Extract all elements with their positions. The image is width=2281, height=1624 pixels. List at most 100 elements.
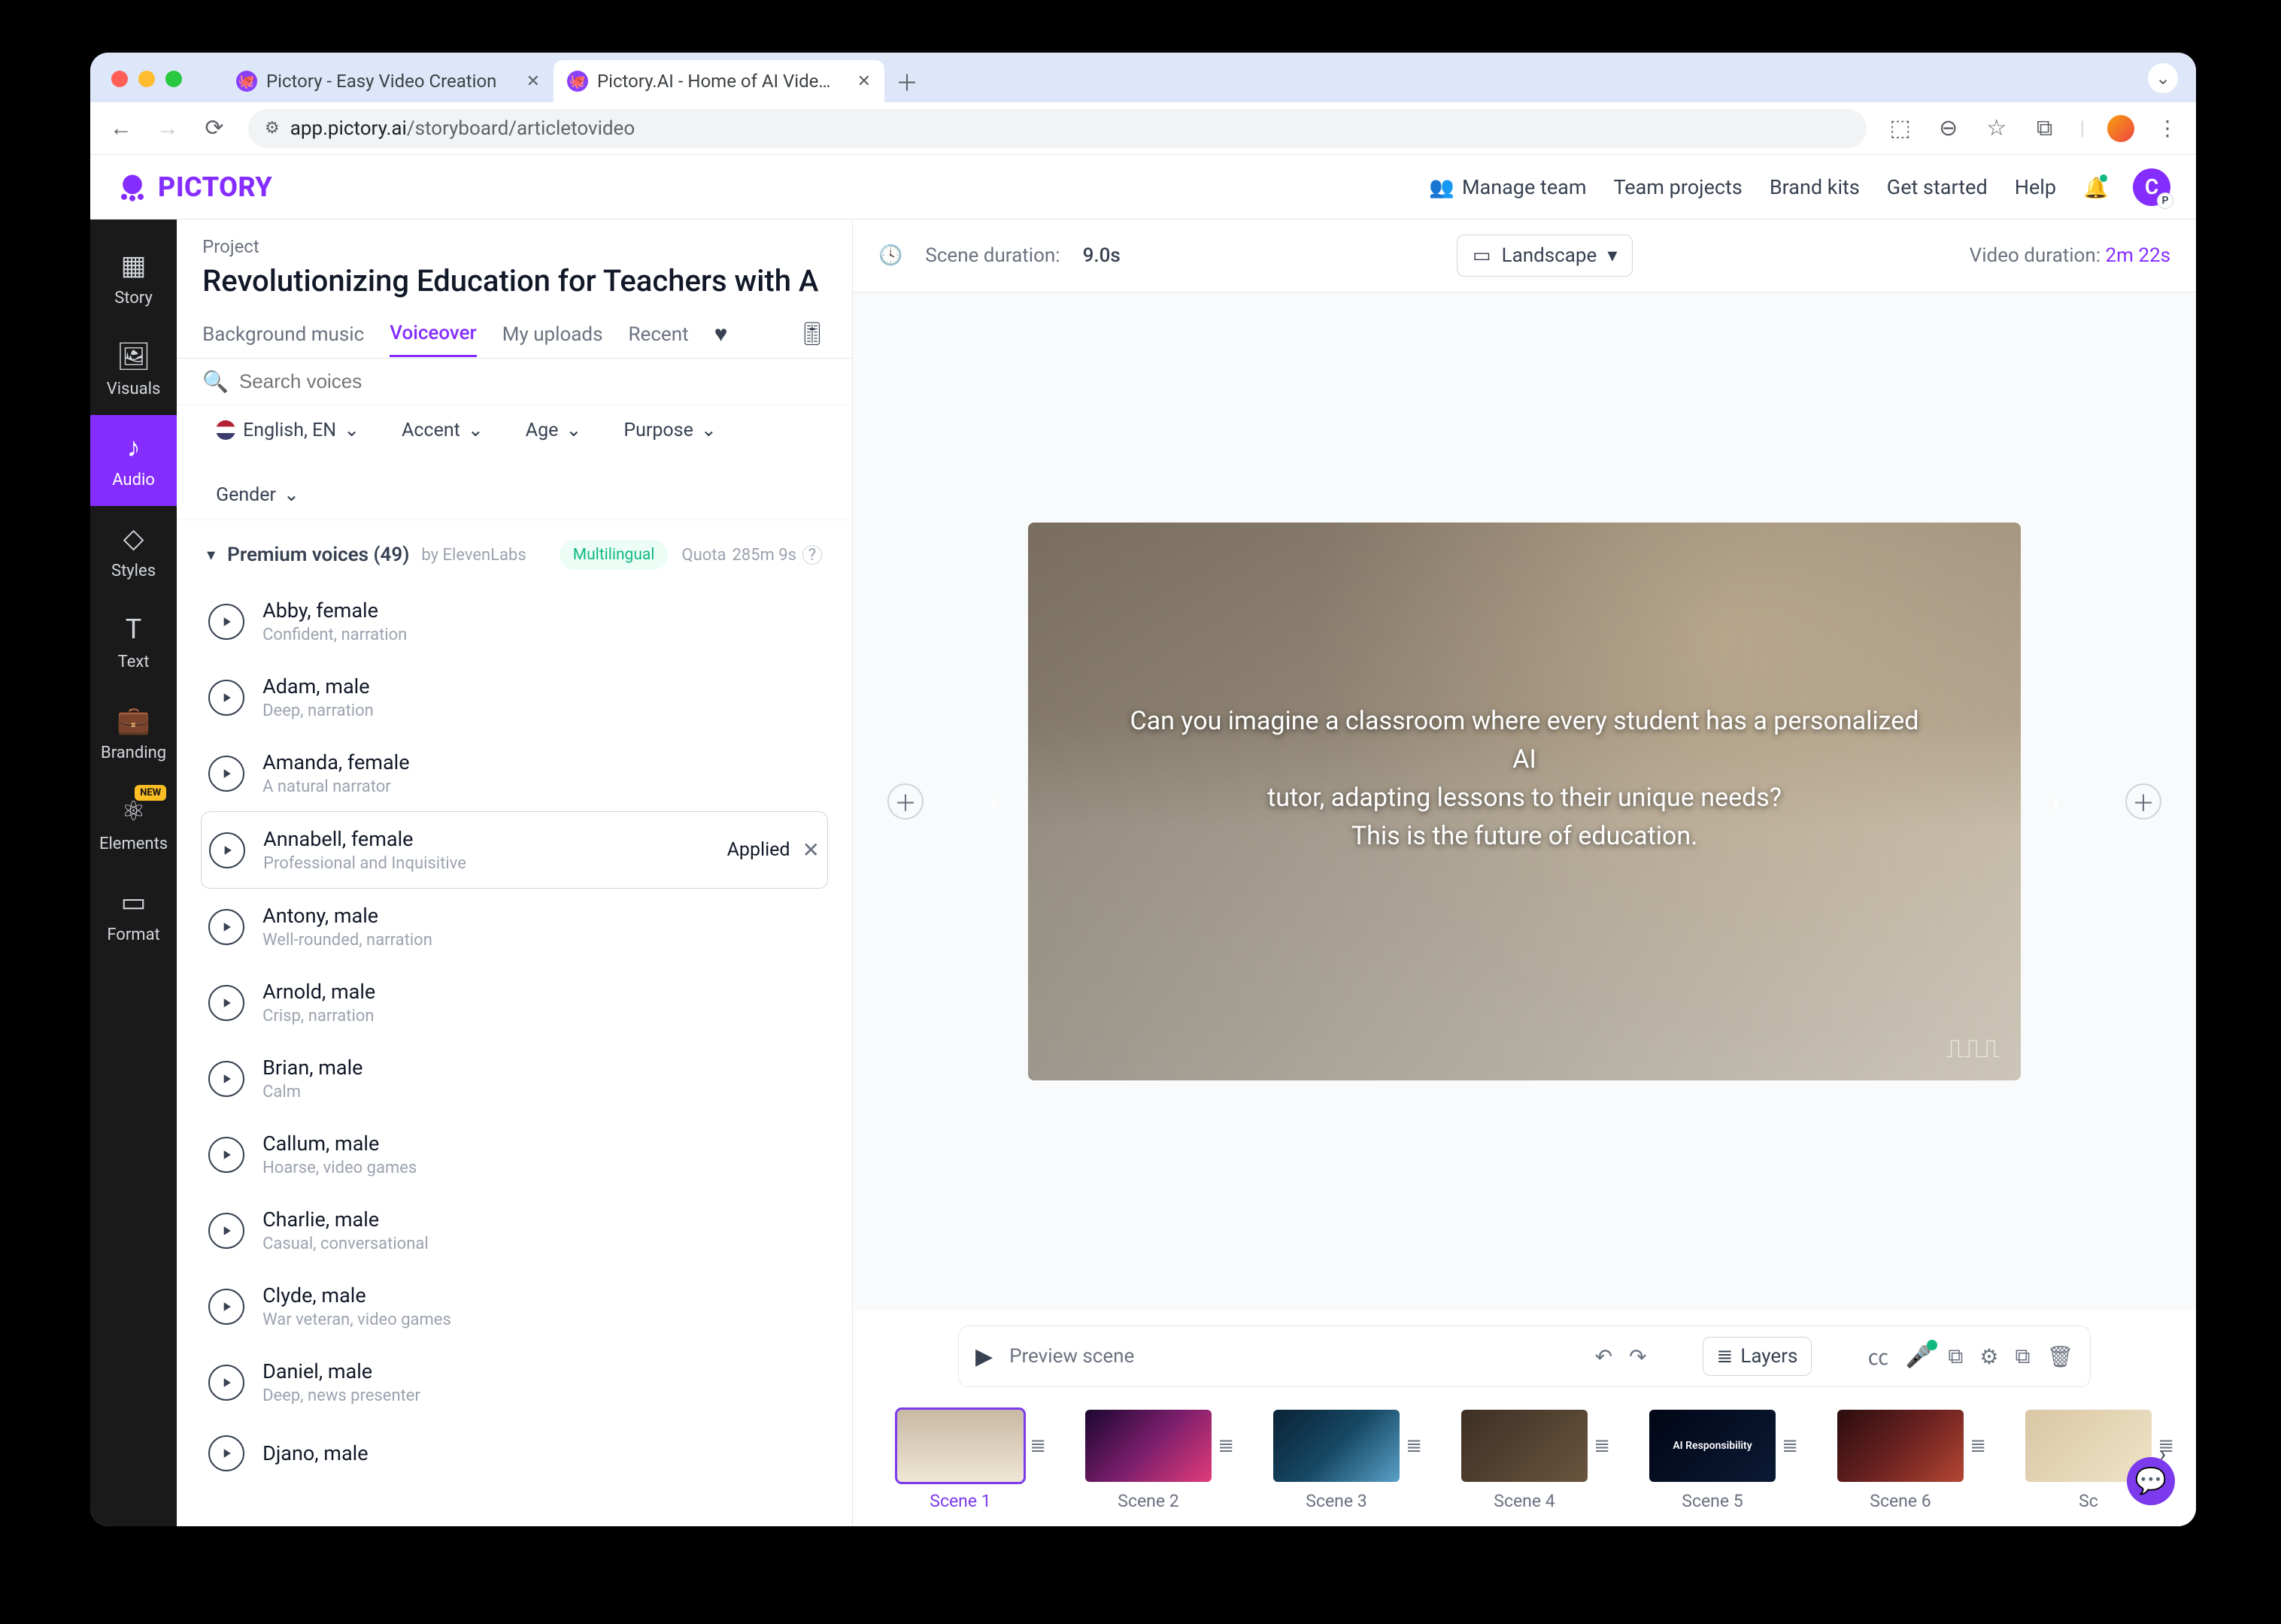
new-tab-button[interactable]: ＋	[892, 66, 922, 96]
scene-thumbnail[interactable]: ≣	[1837, 1410, 1964, 1482]
redo-icon[interactable]: ↷	[1629, 1344, 1646, 1369]
play-icon[interactable]: ▶	[975, 1344, 993, 1370]
crop-icon[interactable]: ⧉	[1948, 1344, 1963, 1369]
cc-icon[interactable]: ㏄	[1867, 1341, 1888, 1371]
scene-item[interactable]: ≣Scene 3	[1259, 1410, 1414, 1511]
filter-language[interactable]: English, EN ⌄	[216, 419, 359, 441]
scene-item[interactable]: ≣Scene 4	[1447, 1410, 1602, 1511]
get-started-link[interactable]: Get started	[1887, 175, 1988, 199]
layer-stack-icon[interactable]: ≣	[1970, 1435, 1986, 1457]
voice-row[interactable]: Arnold, maleCrisp, narration	[201, 965, 828, 1041]
close-tab-icon[interactable]: ✕	[857, 72, 871, 91]
play-voice-icon[interactable]	[208, 1289, 244, 1325]
voice-row[interactable]: Clyde, maleWar veteran, video games	[201, 1268, 828, 1344]
reload-icon[interactable]: ⟳	[202, 115, 227, 141]
tab-background-music[interactable]: Background music	[202, 313, 364, 356]
play-voice-icon[interactable]	[208, 1435, 244, 1471]
voice-row[interactable]: Abby, femaleConfident, narration	[201, 583, 828, 659]
bookmark-icon[interactable]: ☆	[1984, 115, 2010, 141]
tab-favorites-icon[interactable]: ♥	[714, 311, 728, 358]
play-voice-icon[interactable]	[208, 756, 244, 792]
voice-row[interactable]: Adam, maleDeep, narration	[201, 659, 828, 735]
filter-purpose[interactable]: Purpose ⌄	[623, 419, 716, 441]
profile-avatar[interactable]	[2107, 115, 2134, 142]
tab-my-uploads[interactable]: My uploads	[502, 313, 603, 356]
filter-accent[interactable]: Accent ⌄	[402, 419, 484, 441]
scene-thumbnail[interactable]: AI Responsibility≣	[1649, 1410, 1776, 1482]
undo-icon[interactable]: ↶	[1595, 1344, 1612, 1369]
next-scene-icon[interactable]: ›	[2034, 780, 2076, 823]
settings-icon[interactable]: ⚙	[1979, 1344, 1998, 1369]
delete-icon[interactable]: 🗑	[2046, 1344, 2073, 1369]
browser-tab[interactable]: 🐙 Pictory - Easy Video Creation ✕	[223, 60, 554, 102]
layer-stack-icon[interactable]: ≣	[1782, 1435, 1798, 1457]
site-settings-icon[interactable]: ⚙	[265, 119, 280, 138]
brand-logo[interactable]: PICTORY	[116, 171, 272, 204]
voice-row[interactable]: Callum, maleHoarse, video games	[201, 1116, 828, 1192]
scene-caption[interactable]: Can you imagine a classroom where every …	[1118, 702, 1931, 856]
layer-stack-icon[interactable]: ≣	[1406, 1435, 1422, 1457]
filter-gender[interactable]: Gender ⌄	[216, 483, 299, 506]
add-scene-after[interactable]: ＋	[2125, 783, 2161, 820]
layers-button[interactable]: ≣ Layers	[1703, 1337, 1812, 1376]
sidebar-item-visuals[interactable]: 🖼Visuals	[90, 324, 177, 415]
voice-row[interactable]: Djano, male	[201, 1420, 828, 1486]
chat-launcher-icon[interactable]: 💬	[2127, 1457, 2175, 1505]
play-voice-icon[interactable]	[209, 832, 245, 868]
voice-row[interactable]: Brian, maleCalm	[201, 1041, 828, 1116]
extensions-icon[interactable]: ⧉	[2032, 115, 2058, 141]
scene-item[interactable]: ≣Scene 6	[1823, 1410, 1978, 1511]
voice-row[interactable]: Charlie, maleCasual, conversational	[201, 1192, 828, 1268]
play-voice-icon[interactable]	[208, 604, 244, 640]
browser-tab[interactable]: 🐙 Pictory.AI - Home of AI Vide… ✕	[554, 60, 884, 102]
search-input[interactable]	[239, 370, 827, 393]
duplicate-icon[interactable]: ⧉	[2015, 1344, 2030, 1369]
scene-item[interactable]: ≣Scene 2	[1071, 1410, 1226, 1511]
sidebar-item-elements[interactable]: NEW⚛Elements	[90, 779, 177, 870]
add-scene-before[interactable]: ＋	[887, 783, 924, 820]
scene-thumbnail[interactable]: ≣	[1461, 1410, 1588, 1482]
play-voice-icon[interactable]	[208, 1137, 244, 1173]
play-voice-icon[interactable]	[208, 985, 244, 1021]
mic-icon[interactable]: 🎤	[1905, 1344, 1931, 1369]
manage-team-link[interactable]: 👥 Manage team	[1429, 175, 1586, 199]
layer-stack-icon[interactable]: ≣	[1594, 1435, 1610, 1457]
sidebar-item-text[interactable]: TText	[90, 597, 177, 688]
tab-recent[interactable]: Recent	[629, 313, 689, 356]
voice-settings-icon[interactable]: 🎚	[798, 321, 827, 347]
project-title[interactable]: Revolutionizing Education for Teachers w…	[202, 263, 827, 298]
sidebar-item-branding[interactable]: 💼Branding	[90, 688, 177, 779]
forward-icon[interactable]: →	[155, 115, 180, 141]
voice-row[interactable]: Amanda, femaleA natural narrator	[201, 735, 828, 811]
voice-row[interactable]: Antony, maleWell-rounded, narration	[201, 889, 828, 965]
voice-list[interactable]: Abby, femaleConfident, narrationAdam, ma…	[177, 583, 852, 1526]
voice-row[interactable]: Daniel, maleDeep, news presenter	[201, 1344, 828, 1420]
sidebar-item-styles[interactable]: ◇Styles	[90, 506, 177, 597]
voice-section-header[interactable]: ▾ Premium voices (49) by ElevenLabs Mult…	[177, 520, 852, 583]
close-window[interactable]	[111, 71, 128, 87]
play-voice-icon[interactable]	[208, 909, 244, 945]
layer-stack-icon[interactable]: ≣	[1218, 1435, 1234, 1457]
scene-canvas[interactable]: Can you imagine a classroom where every …	[1028, 523, 2021, 1080]
voice-row[interactable]: Annabell, femaleProfessional and Inquisi…	[201, 811, 828, 889]
play-voice-icon[interactable]	[208, 1061, 244, 1097]
close-tab-icon[interactable]: ✕	[526, 72, 540, 91]
install-app-icon[interactable]: ⬚	[1888, 115, 1913, 141]
scene-thumbnail[interactable]: ≣	[1085, 1410, 1212, 1482]
address-bar[interactable]: ⚙ app.pictory.ai/storyboard/articletovid…	[248, 109, 1867, 148]
user-avatar[interactable]: C P	[2133, 168, 2170, 206]
play-voice-icon[interactable]	[208, 1365, 244, 1401]
tab-voiceover[interactable]: Voiceover	[390, 311, 477, 357]
notifications-icon[interactable]: 🔔	[2083, 176, 2106, 198]
sidebar-item-story[interactable]: ▦Story	[90, 233, 177, 324]
scene-thumbnail[interactable]: ≣	[897, 1410, 1024, 1482]
maximize-window[interactable]	[165, 71, 182, 87]
scene-item[interactable]: ≣Scene 1	[883, 1410, 1038, 1511]
brand-kits-link[interactable]: Brand kits	[1770, 175, 1860, 199]
sidebar-item-format[interactable]: ▭Format	[90, 870, 177, 961]
back-icon[interactable]: ←	[108, 115, 134, 141]
sidebar-item-audio[interactable]: ♪Audio	[90, 415, 177, 506]
info-icon[interactable]: ?	[802, 545, 822, 565]
remove-voice-icon[interactable]: ✕	[802, 838, 820, 862]
prev-scene-icon[interactable]: ‹	[973, 780, 1015, 823]
